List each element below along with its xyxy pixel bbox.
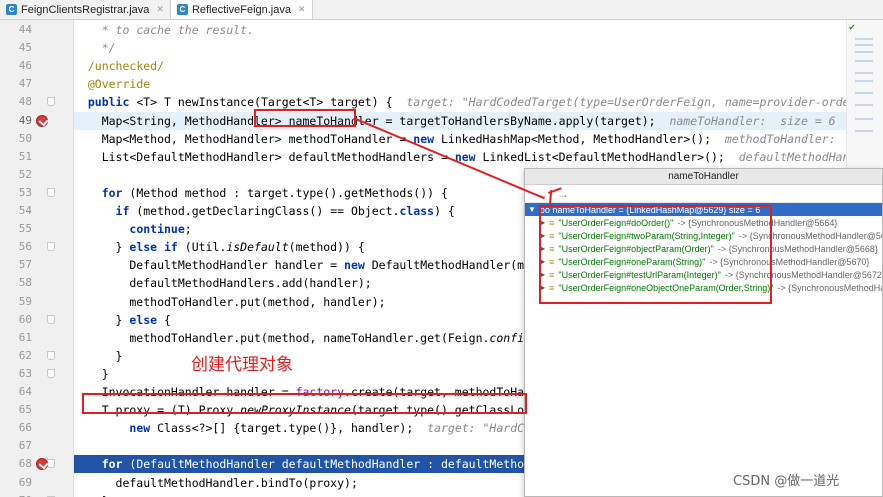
line-number[interactable]: 52 xyxy=(0,166,32,184)
fold-marker-icon[interactable] xyxy=(47,188,55,197)
code-line-49[interactable]: Map<String, MethodHandler> nameToHandler… xyxy=(74,112,883,130)
line-number[interactable]: 54 xyxy=(0,202,32,220)
tab-label: FeignClientsRegistrar.java xyxy=(21,3,150,16)
tab-reflective-feign[interactable]: C ReflectiveFeign.java ✕ xyxy=(170,0,313,19)
watermark: CSDN @做一道光 xyxy=(733,474,840,489)
fold-marker-icon[interactable] xyxy=(47,315,55,324)
code-line-48[interactable]: public <T> T newInstance(Target<T> targe… xyxy=(74,93,883,111)
java-class-icon: C xyxy=(176,4,188,15)
line-number[interactable]: 48 xyxy=(0,93,32,111)
line-number[interactable]: 59 xyxy=(0,293,32,311)
code-line-50[interactable]: Map<Method, MethodHandler> methodToHandl… xyxy=(74,130,883,148)
entry-value: -> {SynchronousMethodHa xyxy=(777,282,883,293)
line-number[interactable]: 68 xyxy=(0,455,32,473)
line-number[interactable]: 66 xyxy=(0,419,32,437)
line-number[interactable]: 51 xyxy=(0,148,32,166)
popup-title: nameToHandler xyxy=(525,169,882,185)
code-line-44[interactable]: * to cache the result. xyxy=(74,21,883,39)
fold-marker-icon[interactable] xyxy=(47,242,55,251)
line-number[interactable]: 50 xyxy=(0,130,32,148)
close-icon[interactable]: ✕ xyxy=(156,4,164,15)
code-line-45[interactable]: */ xyxy=(74,39,883,57)
breakpoint-icon[interactable] xyxy=(36,115,48,127)
popup-navigation: ← → xyxy=(525,185,882,203)
highlight-box-name-to-handler xyxy=(254,109,356,127)
line-number[interactable]: 70 xyxy=(0,492,32,497)
fold-marker-icon[interactable] xyxy=(47,351,55,360)
highlight-box-map-entries xyxy=(539,205,772,304)
line-number[interactable]: 63 xyxy=(0,365,32,383)
line-number[interactable]: 69 xyxy=(0,474,32,492)
code-line-46[interactable]: /unchecked/ xyxy=(74,57,883,75)
line-number[interactable]: 56 xyxy=(0,238,32,256)
breakpoint-icon[interactable] xyxy=(36,458,48,470)
expand-triangle-icon[interactable]: ▼ xyxy=(528,205,536,214)
java-class-icon: C xyxy=(6,4,17,15)
editor-tab-bar: C FeignClientsRegistrar.java ✕ C Reflect… xyxy=(0,0,883,20)
line-number[interactable]: 58 xyxy=(0,274,32,292)
annotation-label: 创建代理对象 xyxy=(191,355,293,375)
line-number[interactable]: 55 xyxy=(0,220,32,238)
line-number[interactable]: 45 xyxy=(0,39,32,57)
line-number[interactable]: 44 xyxy=(0,21,32,39)
line-number[interactable]: 61 xyxy=(0,329,32,347)
fold-marker-icon[interactable] xyxy=(47,369,55,378)
line-number[interactable]: 57 xyxy=(0,256,32,274)
highlight-box-proxy-line xyxy=(82,393,527,414)
code-line-47[interactable]: @Override xyxy=(74,75,883,93)
line-number[interactable]: 60 xyxy=(0,311,32,329)
tab-feign-clients-registrar[interactable]: C FeignClientsRegistrar.java ✕ xyxy=(0,0,171,19)
line-number[interactable]: 62 xyxy=(0,347,32,365)
check-icon: ✔ xyxy=(849,22,856,33)
line-number[interactable]: 53 xyxy=(0,184,32,202)
line-number[interactable]: 65 xyxy=(0,401,32,419)
line-number[interactable]: 47 xyxy=(0,75,32,93)
code-line-51[interactable]: List<DefaultMethodHandler> defaultMethod… xyxy=(74,148,883,166)
line-number[interactable]: 67 xyxy=(0,437,32,455)
close-icon[interactable]: ✕ xyxy=(298,4,306,15)
line-number[interactable]: 46 xyxy=(0,57,32,75)
line-number[interactable]: 49 xyxy=(0,112,32,130)
line-number[interactable]: 64 xyxy=(0,383,32,401)
fold-marker-icon[interactable] xyxy=(47,97,55,106)
editor-error-stripe[interactable]: ✔ xyxy=(846,20,883,170)
tab-label: ReflectiveFeign.java xyxy=(191,3,291,16)
